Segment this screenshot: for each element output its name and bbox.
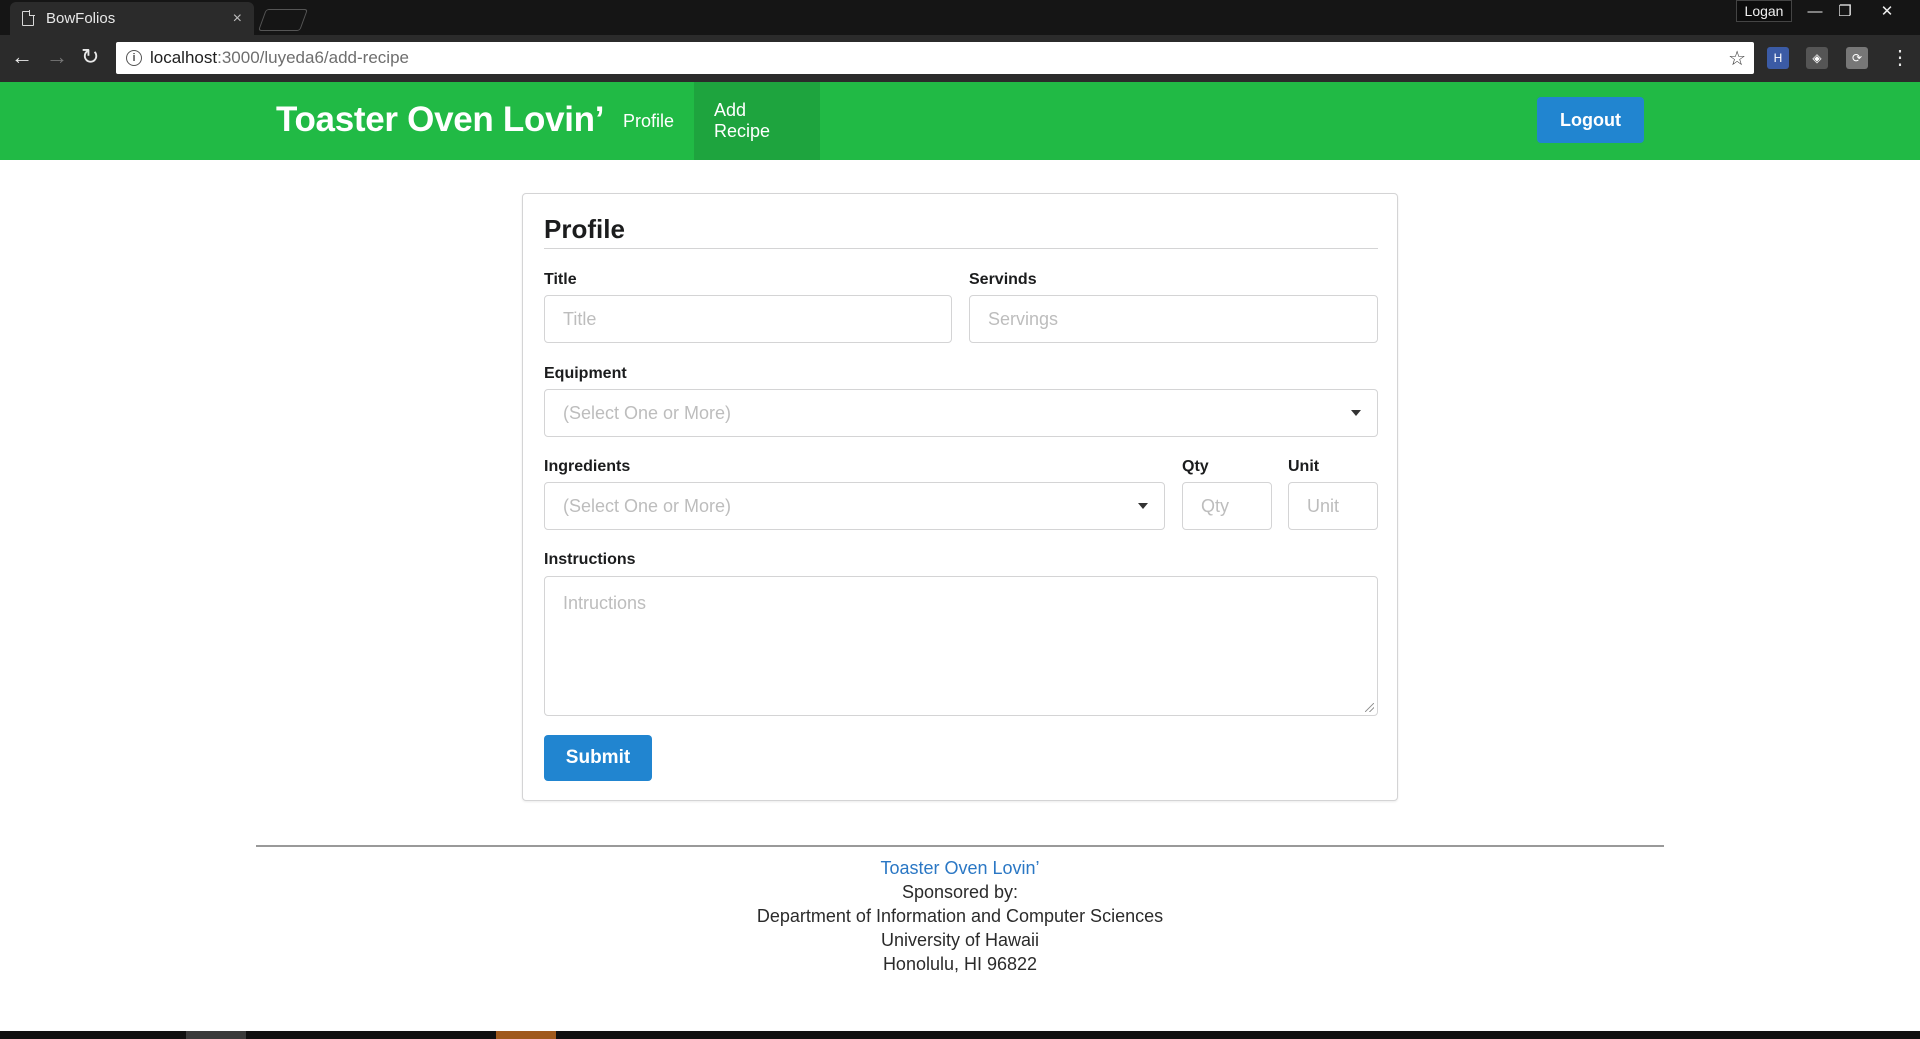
title-label: Title [544, 271, 577, 288]
site-info-icon[interactable]: i [126, 50, 142, 66]
instructions-textarea[interactable]: Intructions [544, 576, 1378, 716]
servings-label: Servinds [969, 271, 1037, 288]
url-path: :3000/luyeda6/add-recipe [217, 48, 409, 67]
refresh-extension-icon[interactable]: ⟳ [1846, 47, 1868, 69]
back-arrow-icon[interactable]: ← [11, 45, 33, 69]
browser-tab-strip: BowFolios × Logan — ❐ ✕ [0, 0, 1920, 35]
reload-icon[interactable]: ↻ [81, 45, 99, 69]
servings-input[interactable]: Servings [969, 295, 1378, 343]
unit-label: Unit [1288, 458, 1320, 475]
nav-item-profile[interactable]: Profile [603, 82, 694, 160]
h-extension-icon[interactable]: H [1767, 47, 1789, 69]
app-navbar: Toaster Oven Lovin’ Profile Add Recipe L… [0, 82, 1920, 160]
instructions-placeholder: Intructions [563, 593, 647, 613]
resize-handle-icon[interactable] [1365, 703, 1374, 712]
bookmark-star-icon[interactable]: ☆ [1728, 46, 1746, 71]
shield-extension-icon[interactable]: ◈ [1806, 47, 1828, 69]
minimize-icon[interactable]: — [1800, 0, 1830, 22]
close-window-icon[interactable]: ✕ [1872, 0, 1902, 22]
form-title: Profile [544, 214, 625, 244]
equipment-label: Equipment [544, 365, 627, 382]
add-recipe-form: Profile Title Title Servinds Servings Eq… [522, 193, 1398, 801]
title-divider [544, 248, 1378, 249]
os-taskbar [0, 1031, 1920, 1039]
footer: Toaster Oven Lovin’ Sponsored by: Depart… [0, 856, 1920, 976]
browser-tab[interactable]: BowFolios × [10, 2, 254, 35]
submit-button[interactable]: Submit [544, 735, 652, 781]
footer-university-line: University of Hawaii [880, 930, 1040, 950]
profile-name-button[interactable]: Logan [1736, 0, 1792, 22]
taskbar-item[interactable] [496, 1031, 556, 1039]
qty-input[interactable]: Qty [1182, 482, 1272, 530]
page-icon [22, 10, 35, 26]
ingredients-label: Ingredients [544, 458, 631, 475]
chevron-down-icon [1138, 503, 1148, 509]
footer-home-link[interactable]: Toaster Oven Lovin’ [0, 856, 1920, 880]
footer-sponsored-line: Sponsored by: [901, 882, 1019, 902]
equipment-select[interactable]: (Select One or More) [544, 389, 1378, 437]
qty-label: Qty [1182, 458, 1209, 475]
restore-icon[interactable]: ❐ [1830, 0, 1860, 22]
brand-title[interactable]: Toaster Oven Lovin’ [276, 100, 604, 140]
unit-input[interactable]: Unit [1288, 482, 1378, 530]
tab-close-icon[interactable]: × [233, 10, 242, 28]
chevron-down-icon [1351, 410, 1361, 416]
ingredients-placeholder: (Select One or More) [563, 495, 732, 516]
instructions-label: Instructions [544, 551, 636, 568]
footer-department-line: Department of Information and Computer S… [756, 906, 1164, 926]
logout-button[interactable]: Logout [1537, 97, 1644, 143]
address-bar[interactable]: i localhost :3000/luyeda6/add-recipe ☆ [116, 42, 1754, 74]
footer-divider [256, 845, 1664, 847]
equipment-placeholder: (Select One or More) [563, 402, 732, 423]
forward-arrow-icon[interactable]: → [46, 45, 68, 69]
footer-address-line: Honolulu, HI 96822 [882, 954, 1038, 974]
title-input[interactable]: Title [544, 295, 952, 343]
tab-title: BowFolios [46, 10, 116, 27]
new-tab-button[interactable] [257, 9, 309, 31]
ingredients-select[interactable]: (Select One or More) [544, 482, 1165, 530]
nav-item-add-recipe[interactable]: Add Recipe [694, 82, 820, 160]
taskbar-item[interactable] [186, 1031, 246, 1039]
browser-toolbar: ← → ↻ i localhost :3000/luyeda6/add-reci… [0, 35, 1920, 82]
url-host: localhost [150, 48, 218, 67]
browser-menu-icon[interactable]: ⋮ [1890, 45, 1910, 70]
